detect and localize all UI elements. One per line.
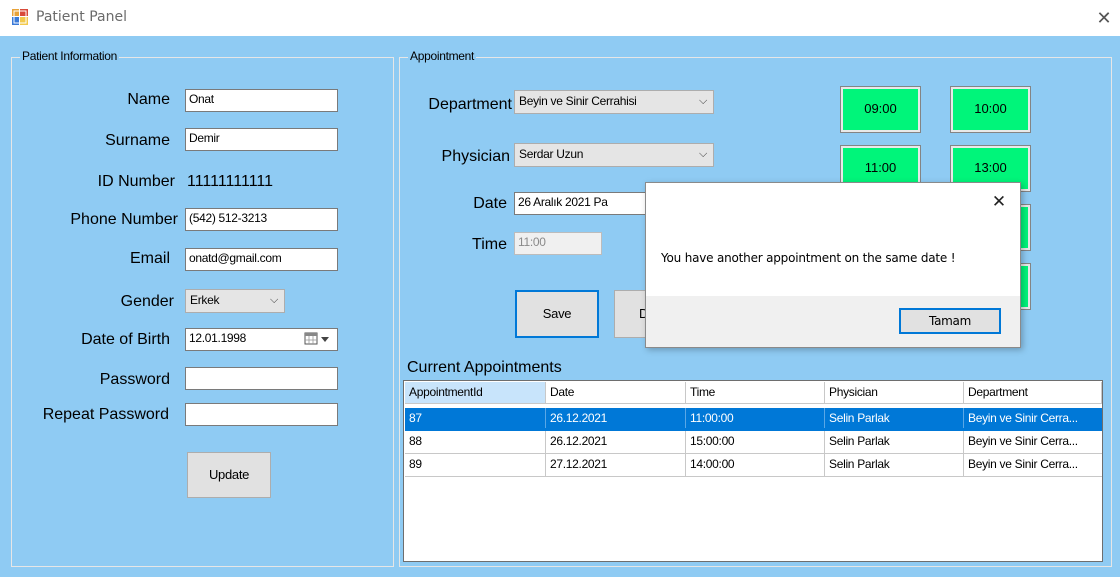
- surname-field[interactable]: Demir: [185, 128, 338, 151]
- date-label: Date: [473, 195, 507, 212]
- phone-field[interactable]: (542) 512-3213: [185, 208, 338, 231]
- dob-value: 12.01.1998: [189, 331, 247, 345]
- cell-physician: Selin Parlak: [825, 408, 964, 428]
- chevron-down-icon: ⌵: [698, 148, 707, 160]
- time-field: 11:00: [514, 232, 602, 255]
- dialog-close-icon[interactable]: ✕: [984, 189, 1014, 215]
- cell-time: 11:00:00: [686, 408, 825, 428]
- save-button[interactable]: Save: [515, 290, 599, 338]
- cell-physician: Selin Parlak: [825, 454, 964, 476]
- id-number-label: ID Number: [97, 173, 175, 190]
- repeat-password-field[interactable]: [185, 403, 338, 426]
- chevron-down-icon: ⌵: [698, 95, 707, 107]
- password-label: Password: [99, 371, 170, 388]
- cell-physician: Selin Parlak: [825, 431, 964, 453]
- cell-department: Beyin ve Sinir Cerra...: [968, 434, 1078, 448]
- cell-time: 14:00:00: [686, 454, 825, 476]
- department-label: Department: [428, 96, 512, 113]
- physician-value: Serdar Uzun: [519, 147, 584, 161]
- column-header-time[interactable]: Time: [686, 382, 825, 404]
- cell-appointment-id: 87: [405, 408, 546, 428]
- department-value: Beyin ve Sinir Cerrahisi: [519, 94, 637, 108]
- cell-time: 15:00:00: [686, 431, 825, 453]
- name-label: Name: [127, 91, 170, 108]
- column-header-physician[interactable]: Physician: [825, 382, 964, 404]
- patient-info-title: Patient Information: [20, 49, 120, 63]
- window-close-icon[interactable]: ✕: [1090, 4, 1118, 32]
- dialog-message: You have another appointment on the same…: [661, 251, 956, 265]
- time-slot-0900[interactable]: 09:00: [840, 86, 921, 133]
- email-field[interactable]: onatd@gmail.com: [185, 248, 338, 271]
- appointment-title: Appointment: [408, 49, 477, 63]
- physician-combo[interactable]: Serdar Uzun ⌵: [514, 143, 714, 167]
- cell-appointment-id: 89: [405, 454, 546, 476]
- repeat-password-label: Repeat Password: [42, 406, 169, 423]
- department-combo[interactable]: Beyin ve Sinir Cerrahisi ⌵: [514, 90, 714, 114]
- cell-appointment-id: 88: [405, 431, 546, 453]
- message-dialog: ✕ You have another appointment on the sa…: [645, 182, 1021, 348]
- date-picker[interactable]: 26 Aralık 2021 Pa: [514, 192, 654, 215]
- chevron-down-icon: ⌵: [269, 294, 278, 306]
- email-label: Email: [129, 250, 170, 267]
- cell-date: 26.12.2021: [546, 431, 686, 453]
- phone-label: Phone Number: [70, 211, 178, 228]
- app-icon: [12, 9, 28, 25]
- dialog-footer: Tamam: [646, 296, 1020, 347]
- dob-label: Date of Birth: [81, 331, 170, 348]
- title-bar: Patient Panel ✕: [0, 0, 1120, 36]
- column-header-date[interactable]: Date: [546, 382, 686, 404]
- gender-label: Gender: [120, 293, 174, 310]
- dob-picker[interactable]: 12.01.1998: [185, 328, 338, 351]
- cell-department: Beyin ve Sinir Cerra...: [968, 411, 1078, 425]
- column-header-appointmentid[interactable]: AppointmentId: [405, 382, 546, 404]
- calendar-dropdown-icon[interactable]: [304, 332, 332, 349]
- id-number-value: 11111111111: [187, 173, 274, 190]
- window-title: Patient Panel: [36, 9, 127, 25]
- appointments-grid[interactable]: AppointmentId Date Time Physician Depart…: [403, 380, 1103, 562]
- time-slot-1000[interactable]: 10:00: [950, 86, 1031, 133]
- gender-combo[interactable]: Erkek ⌵: [185, 289, 285, 313]
- current-appointments-title: Current Appointments: [407, 359, 562, 376]
- update-button[interactable]: Update: [187, 452, 271, 498]
- gender-value: Erkek: [190, 293, 220, 307]
- surname-label: Surname: [105, 132, 170, 149]
- cell-date: 26.12.2021: [546, 408, 686, 428]
- physician-label: Physician: [441, 148, 510, 165]
- table-row[interactable]: 89 27.12.2021 14:00:00 Selin Parlak Beyi…: [405, 454, 1102, 477]
- table-row[interactable]: 88 26.12.2021 15:00:00 Selin Parlak Beyi…: [405, 431, 1102, 454]
- password-field[interactable]: [185, 367, 338, 390]
- cell-date: 27.12.2021: [546, 454, 686, 476]
- table-row[interactable]: 87 26.12.2021 11:00:00 Selin Parlak Beyi…: [405, 408, 1102, 431]
- column-header-department[interactable]: Department: [964, 382, 1102, 404]
- time-label: Time: [472, 236, 507, 253]
- cell-department: Beyin ve Sinir Cerra...: [968, 457, 1078, 471]
- ok-button[interactable]: Tamam: [899, 308, 1001, 334]
- name-field[interactable]: Onat: [185, 89, 338, 112]
